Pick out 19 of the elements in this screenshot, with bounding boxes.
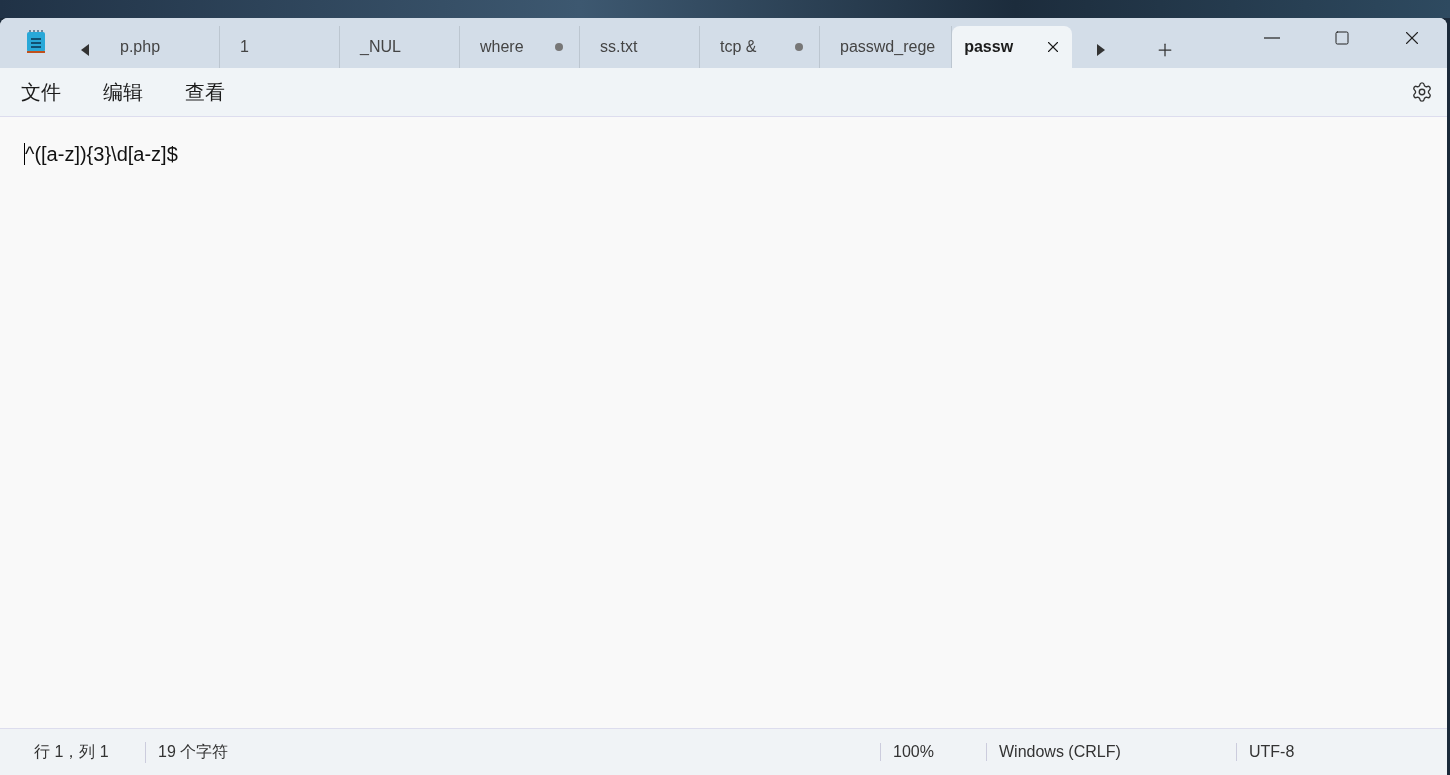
encoding[interactable]: UTF-8	[1236, 743, 1307, 761]
notepad-icon	[26, 30, 46, 54]
zoom-level[interactable]: 100%	[880, 743, 986, 761]
menu-item[interactable]: 查看	[174, 72, 236, 112]
unsaved-dot-icon	[555, 43, 563, 51]
menu-item[interactable]: 文件	[10, 72, 72, 112]
maximize-icon	[1334, 30, 1350, 46]
text-editor[interactable]: ^([a-z]){3}\d[a-z]$	[0, 117, 1447, 728]
unsaved-dot-icon	[795, 43, 803, 51]
settings-icon	[1411, 81, 1433, 103]
left-triangle-icon	[80, 44, 90, 56]
editor-text: ^([a-z]){3}\d[a-z]$	[24, 143, 178, 165]
cursor-position: 行 1，列 1	[33, 741, 110, 762]
right-triangle-icon	[1096, 44, 1107, 56]
menu-item[interactable]: 编辑	[92, 72, 154, 112]
character-count: 19 个字符	[145, 741, 880, 763]
minimize-icon	[1264, 37, 1280, 39]
file-tab[interactable]: passw	[952, 26, 1073, 68]
line-ending[interactable]: Windows (CRLF)	[986, 743, 1236, 761]
